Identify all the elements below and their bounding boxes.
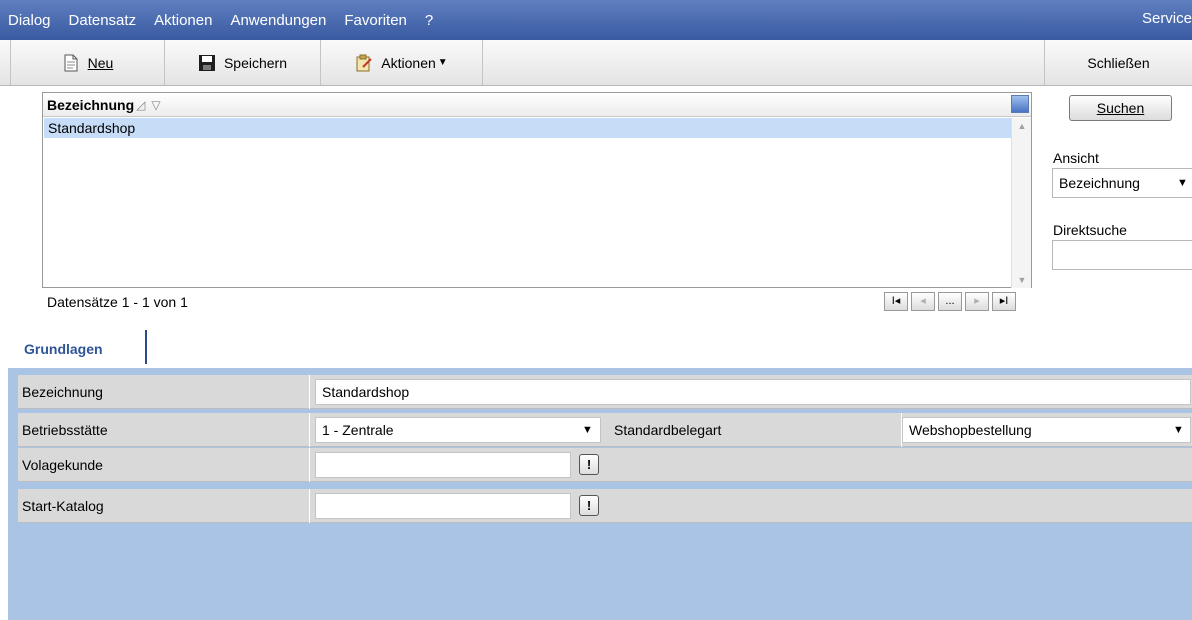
column-header-bezeichnung[interactable]: Bezeichnung xyxy=(47,97,134,113)
volagekunde-lookup-button[interactable]: ! xyxy=(579,454,599,475)
filter-icon[interactable]: ▽ xyxy=(151,98,160,112)
start-katalog-lookup-button[interactable]: ! xyxy=(579,495,599,516)
view-select-value: Bezeichnung xyxy=(1059,175,1140,191)
search-button[interactable]: Suchen xyxy=(1069,95,1172,121)
direct-search-input[interactable] xyxy=(1052,240,1192,270)
more-pages-button[interactable]: ... xyxy=(938,292,962,311)
new-document-icon xyxy=(62,54,80,72)
exclamation-icon: ! xyxy=(586,457,592,472)
table-row[interactable]: Standardshop xyxy=(44,118,1012,138)
chevron-down-icon: ▼ xyxy=(1173,424,1184,436)
menu-bar: Dialog Datensatz Aktionen Anwendungen Fa… xyxy=(0,0,1192,40)
direct-search-label: Direktsuche xyxy=(1053,222,1127,238)
actions-clipboard-icon xyxy=(355,54,373,72)
chevron-down-icon: ▼ xyxy=(1177,177,1188,189)
field-label-bezeichnung: Bezeichnung xyxy=(18,375,310,409)
menu-dialog[interactable]: Dialog xyxy=(0,12,51,29)
save-button[interactable]: Speichern xyxy=(165,40,321,85)
menu-service[interactable]: Service xyxy=(1142,10,1192,27)
scroll-down-icon[interactable]: ▼ xyxy=(1012,272,1032,288)
menu-favoriten[interactable]: Favoriten xyxy=(334,12,407,29)
close-button-label: Schließen xyxy=(1087,54,1150,71)
new-button-label: Neu xyxy=(87,54,114,71)
grid-header: Bezeichnung ◿ ▽ xyxy=(43,93,1031,117)
menu-aktionen[interactable]: Aktionen xyxy=(144,12,212,29)
actions-button[interactable]: Aktionen ▼ xyxy=(321,40,483,85)
record-grid: Bezeichnung ◿ ▽ Standardshop ▲ ▼ xyxy=(42,92,1032,288)
menu-anwendungen[interactable]: Anwendungen xyxy=(220,12,326,29)
view-select[interactable]: Bezeichnung ▼ xyxy=(1052,168,1192,198)
standardbelegart-value: Webshopbestellung xyxy=(909,422,1032,438)
next-page-button[interactable]: ▸ xyxy=(965,292,989,311)
sort-icon[interactable]: ◿ xyxy=(136,98,145,112)
field-label-volagekunde: Volagekunde xyxy=(18,448,310,482)
save-button-label: Speichern xyxy=(223,54,288,71)
chevron-down-icon: ▼ xyxy=(582,424,593,436)
chevron-down-icon: ▼ xyxy=(437,57,448,68)
new-button[interactable]: Neu xyxy=(10,40,165,85)
menu-help[interactable]: ? xyxy=(415,12,433,29)
bezeichnung-input[interactable]: Standardshop xyxy=(315,379,1191,405)
tab-grundlagen[interactable]: Grundlagen xyxy=(16,330,147,364)
last-page-button[interactable]: ▸I xyxy=(992,292,1016,311)
start-katalog-input[interactable] xyxy=(315,493,571,519)
grid-settings-icon[interactable] xyxy=(1011,95,1029,113)
view-label: Ansicht xyxy=(1053,150,1099,166)
search-button-label: Suchen xyxy=(1096,100,1145,116)
toolbar: Neu Speichern Aktionen ▼ Schließen xyxy=(0,40,1192,86)
form-row-betriebsstaette: Betriebsstätte 1 - Zentrale ▼ Standardbe… xyxy=(18,413,1192,447)
close-button[interactable]: Schließen xyxy=(1044,40,1192,85)
floppy-disk-icon xyxy=(198,54,216,72)
vertical-scrollbar[interactable]: ▲ ▼ xyxy=(1011,118,1031,288)
form-row-volagekunde: Volagekunde ! xyxy=(18,448,1192,482)
form-row-bezeichnung: Bezeichnung Standardshop xyxy=(18,375,1192,409)
volagekunde-input[interactable] xyxy=(315,452,571,478)
first-page-button[interactable]: I◂ xyxy=(884,292,908,311)
standardbelegart-select[interactable]: Webshopbestellung ▼ xyxy=(902,417,1191,443)
form-row-start-katalog: Start-Katalog ! xyxy=(18,489,1192,523)
betriebsstaette-value: 1 - Zentrale xyxy=(322,422,394,438)
menu-datensatz[interactable]: Datensatz xyxy=(59,12,137,29)
exclamation-icon: ! xyxy=(586,498,592,513)
field-label-standardbelegart: Standardbelegart xyxy=(610,413,902,447)
field-label-start-katalog: Start-Katalog xyxy=(18,489,310,523)
pager: I◂ ◂ ... ▸ ▸I xyxy=(884,292,1016,311)
field-label-betriebsstaette: Betriebsstätte xyxy=(18,413,310,447)
tab-strip: Grundlagen xyxy=(8,330,1192,364)
scroll-up-icon[interactable]: ▲ xyxy=(1012,118,1032,134)
prev-page-button[interactable]: ◂ xyxy=(911,292,935,311)
record-count: Datensätze 1 - 1 von 1 xyxy=(47,294,188,310)
actions-button-label: Aktionen xyxy=(381,54,436,71)
betriebsstaette-select[interactable]: 1 - Zentrale ▼ xyxy=(315,417,601,443)
